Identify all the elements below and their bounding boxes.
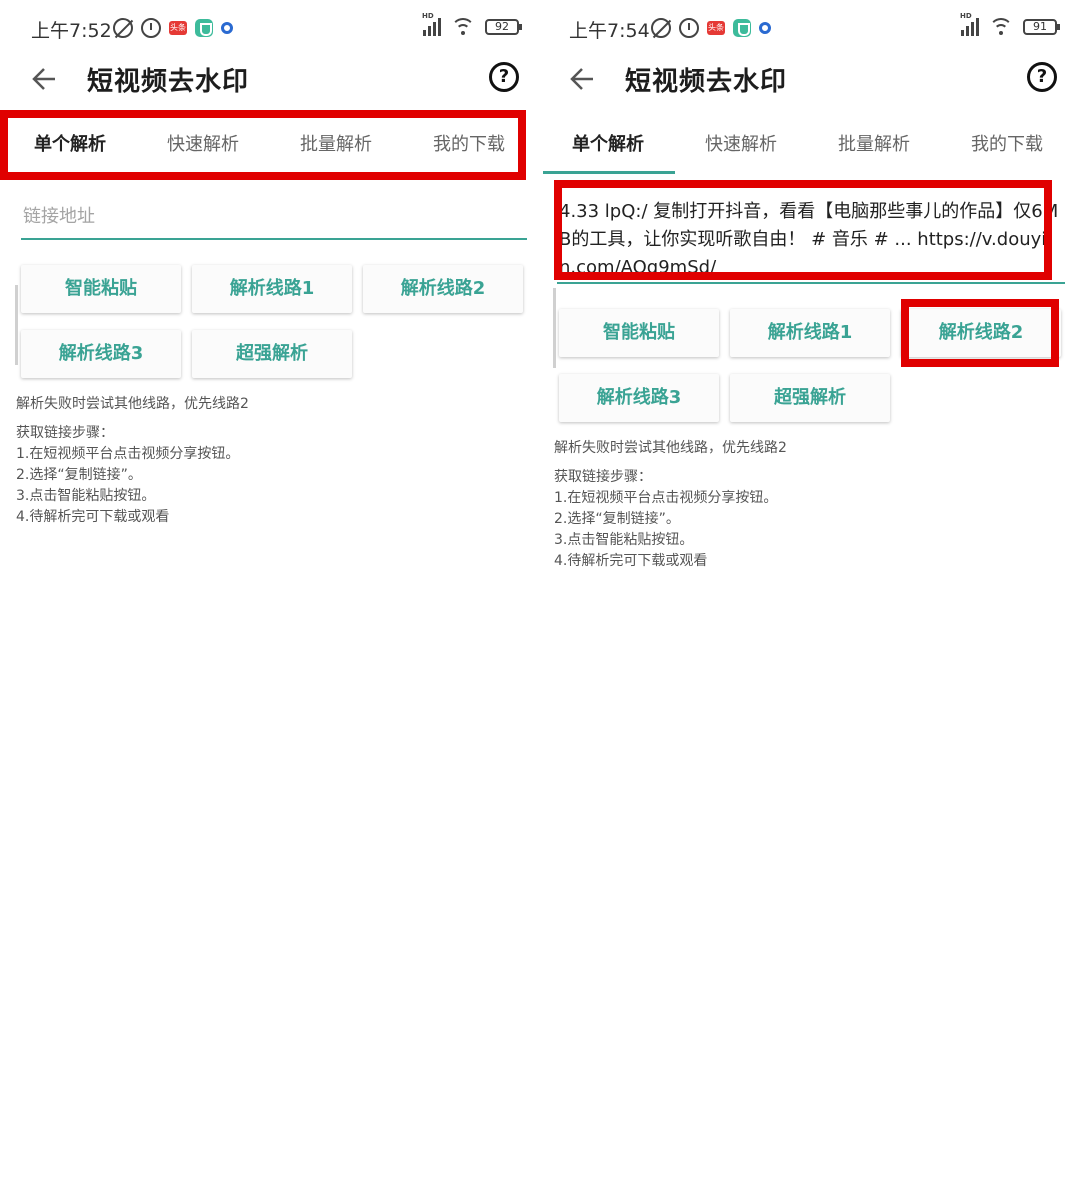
- parse-line-3-button[interactable]: 解析线路3: [559, 374, 719, 422]
- app-bar: 短视频去水印 ?: [5, 52, 541, 104]
- status-right: HD 91: [960, 12, 1060, 36]
- signal-icon: HD: [422, 12, 441, 36]
- status-time: 上午7:52: [31, 20, 112, 42]
- smart-paste-button[interactable]: 智能粘贴: [559, 309, 719, 357]
- scroll-indicator: [553, 288, 556, 368]
- scroll-indicator: [15, 285, 18, 365]
- hint-text: 解析失败时尝试其他线路，优先线路2: [16, 396, 249, 412]
- news-app-icon: 头条: [707, 21, 725, 35]
- tab-single-parse[interactable]: 单个解析: [572, 130, 644, 156]
- back-arrow-icon[interactable]: [31, 66, 57, 92]
- link-input[interactable]: 链接地址: [21, 198, 527, 240]
- circle-dot-icon: [221, 22, 233, 34]
- super-parse-button[interactable]: 超强解析: [730, 374, 890, 422]
- step-item: 2.选择“复制链接”。: [554, 511, 680, 527]
- status-time: 上午7:54: [569, 20, 650, 42]
- tips-section: 解析失败时尝试其他线路，优先线路2 获取链接步骤： 1.在短视频平台点击视频分享…: [16, 394, 249, 528]
- smart-paste-button[interactable]: 智能粘贴: [21, 265, 181, 313]
- step-item: 1.在短视频平台点击视频分享按钮。: [16, 446, 240, 462]
- mute-icon: [113, 18, 133, 38]
- highlight-box-line2: [901, 299, 1059, 367]
- parse-line-3-button[interactable]: 解析线路3: [21, 330, 181, 378]
- step-item: 4.待解析完可下载或观看: [16, 509, 170, 525]
- news-app-icon: 头条: [169, 21, 187, 35]
- tab-my-downloads[interactable]: 我的下载: [971, 130, 1043, 156]
- step-item: 4.待解析完可下载或观看: [554, 553, 708, 569]
- parse-line-1-button[interactable]: 解析线路1: [192, 265, 352, 313]
- circle-dot-icon: [759, 22, 771, 34]
- active-tab-indicator: [543, 171, 675, 174]
- phone-screen-right: 上午7:54 头条 HD 91 短视频去水印 ? 单个解析 快速解析 批量解析: [543, 0, 1079, 1193]
- status-icons: 头条: [651, 18, 771, 38]
- status-bar: 上午7:54 头条 HD 91: [543, 12, 1079, 46]
- highlight-box-input: [554, 180, 1052, 280]
- steps-title: 获取链接步骤：: [554, 469, 652, 485]
- page-title: 短视频去水印: [87, 67, 250, 97]
- link-input-placeholder: 链接地址: [23, 206, 95, 227]
- super-parse-button[interactable]: 超强解析: [192, 330, 352, 378]
- tab-batch-parse[interactable]: 批量解析: [838, 130, 910, 156]
- wifi-icon: [989, 18, 1013, 36]
- highlight-box-tabs: [0, 110, 526, 180]
- step-item: 3.点击智能粘贴按钮。: [554, 532, 694, 548]
- step-item: 3.点击智能粘贴按钮。: [16, 488, 156, 504]
- steps-title: 获取链接步骤：: [16, 425, 114, 441]
- signal-icon: HD: [960, 12, 979, 36]
- help-circle-icon[interactable]: ?: [1027, 62, 1057, 92]
- tab-quick-parse[interactable]: 快速解析: [705, 130, 777, 156]
- step-item: 2.选择“复制链接”。: [16, 467, 142, 483]
- back-arrow-icon[interactable]: [569, 66, 595, 92]
- help-circle-icon[interactable]: ?: [489, 62, 519, 92]
- tab-bar: 单个解析 快速解析 批量解析 我的下载: [543, 118, 1079, 174]
- page-title: 短视频去水印: [625, 67, 788, 97]
- battery-icon: 92: [485, 19, 522, 35]
- status-icons: 头条: [113, 18, 233, 38]
- parse-line-1-button[interactable]: 解析线路1: [730, 309, 890, 357]
- parse-line-2-button[interactable]: 解析线路2: [363, 265, 523, 313]
- shield-icon: [195, 19, 213, 37]
- mute-icon: [651, 18, 671, 38]
- status-bar: 上午7:52 头条 HD 92: [5, 12, 541, 46]
- status-right: HD 92: [422, 12, 522, 36]
- tips-section: 解析失败时尝试其他线路，优先线路2 获取链接步骤： 1.在短视频平台点击视频分享…: [554, 438, 787, 572]
- hint-text: 解析失败时尝试其他线路，优先线路2: [554, 440, 787, 456]
- shield-icon: [733, 19, 751, 37]
- phone-screen-left: 上午7:52 头条 HD 92 短视频去水印 ? 单个解析 快速解析 批量解析: [0, 0, 541, 1193]
- app-bar: 短视频去水印 ?: [543, 52, 1079, 104]
- wifi-icon: [451, 18, 475, 36]
- battery-icon: 91: [1023, 19, 1060, 35]
- step-item: 1.在短视频平台点击视频分享按钮。: [554, 490, 778, 506]
- alarm-icon: [679, 18, 699, 38]
- alarm-icon: [141, 18, 161, 38]
